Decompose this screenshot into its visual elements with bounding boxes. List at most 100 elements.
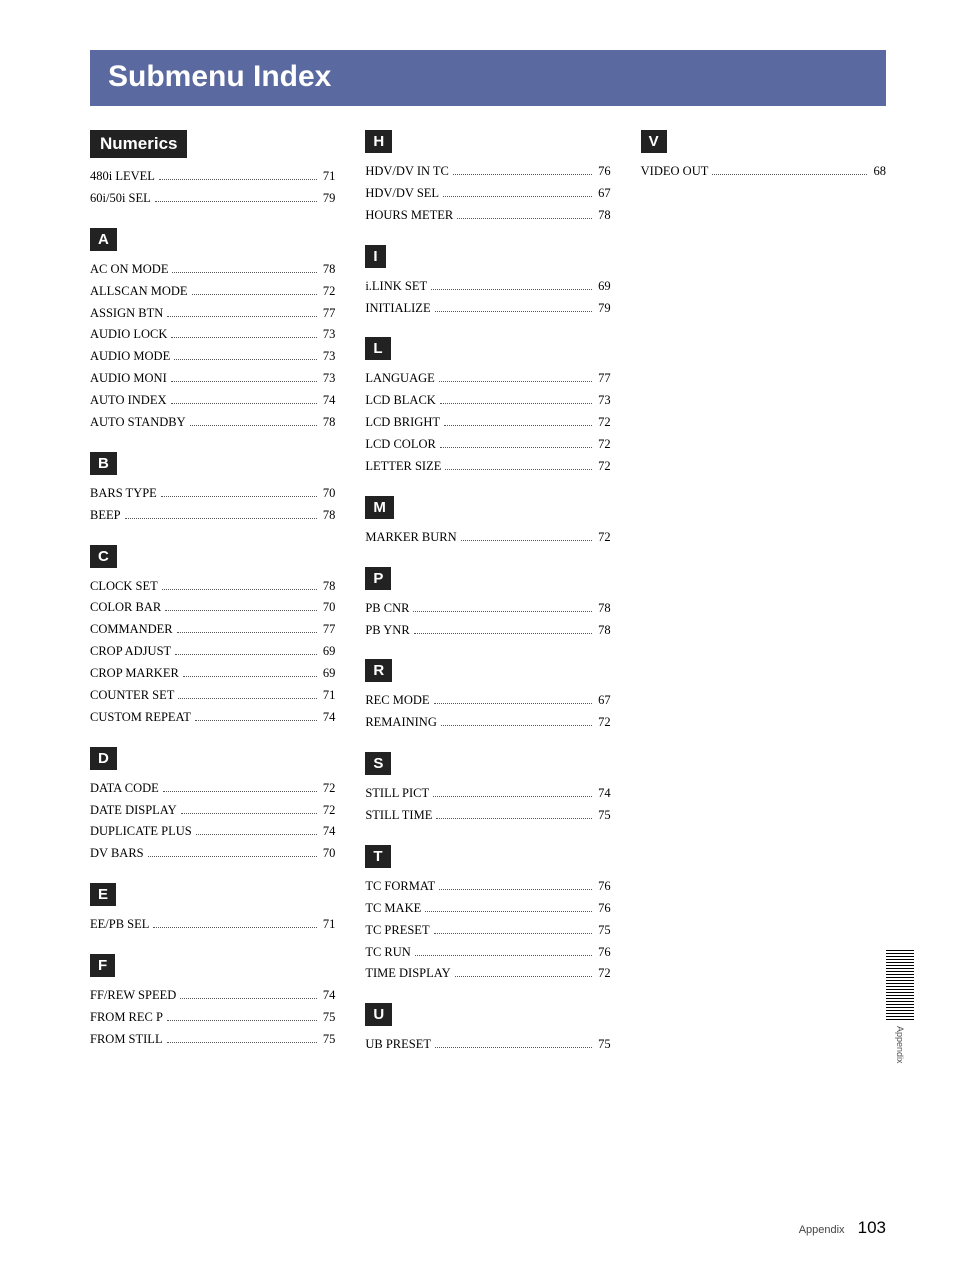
leader-dots bbox=[435, 1047, 592, 1048]
index-entry-page: 77 bbox=[596, 368, 611, 390]
index-entry-label: ASSIGN BTN bbox=[90, 303, 163, 325]
index-entry: CROP MARKER 69 bbox=[90, 663, 335, 685]
leader-dots bbox=[457, 218, 592, 219]
index-entry: PB CNR 78 bbox=[365, 598, 610, 620]
index-entry-page: 74 bbox=[596, 783, 611, 805]
index-entry-page: 75 bbox=[596, 920, 611, 942]
index-entry-label: FROM REC P bbox=[90, 1007, 163, 1029]
index-section-header: C bbox=[90, 545, 117, 568]
index-entry-label: REMAINING bbox=[365, 712, 437, 734]
index-entry: FROM REC P 75 bbox=[90, 1007, 335, 1029]
index-entry-label: REC MODE bbox=[365, 690, 429, 712]
leader-dots bbox=[425, 911, 592, 912]
index-entry-page: 72 bbox=[596, 527, 611, 549]
index-entry-label: DUPLICATE PLUS bbox=[90, 821, 192, 843]
leader-dots bbox=[175, 654, 317, 655]
index-entry-page: 67 bbox=[596, 690, 611, 712]
index-entry-page: 78 bbox=[596, 598, 611, 620]
index-entry: LANGUAGE 77 bbox=[365, 368, 610, 390]
side-tab-label: Appendix bbox=[895, 1026, 905, 1064]
index-entry: AC ON MODE 78 bbox=[90, 259, 335, 281]
page-title: Submenu Index bbox=[90, 50, 886, 106]
leader-dots bbox=[171, 337, 316, 338]
index-entry: 60i/50i SEL 79 bbox=[90, 188, 335, 210]
index-entry: HOURS METER 78 bbox=[365, 205, 610, 227]
index-entry-page: 78 bbox=[321, 259, 336, 281]
index-entry-label: COLOR BAR bbox=[90, 597, 161, 619]
index-entry-page: 71 bbox=[321, 166, 336, 188]
index-entry-page: 76 bbox=[596, 942, 611, 964]
index-entry-page: 72 bbox=[596, 456, 611, 478]
index-entry: UB PRESET 75 bbox=[365, 1034, 610, 1056]
index-entry: LCD COLOR 72 bbox=[365, 434, 610, 456]
leader-dots bbox=[155, 201, 317, 202]
leader-dots bbox=[455, 976, 593, 977]
index-entry: VIDEO OUT 68 bbox=[641, 161, 886, 183]
index-section-header: E bbox=[90, 883, 116, 906]
index-entry-label: TC MAKE bbox=[365, 898, 421, 920]
index-entry: REMAINING 72 bbox=[365, 712, 610, 734]
index-entry-page: 75 bbox=[321, 1029, 336, 1051]
leader-dots bbox=[180, 998, 317, 999]
index-entry-page: 79 bbox=[596, 298, 611, 320]
leader-dots bbox=[165, 610, 317, 611]
index-entry: DV BARS 70 bbox=[90, 843, 335, 865]
index-entry-label: VIDEO OUT bbox=[641, 161, 709, 183]
index-entry: MARKER BURN 72 bbox=[365, 527, 610, 549]
leader-dots bbox=[443, 196, 592, 197]
footer-page-number: 103 bbox=[858, 1218, 886, 1237]
index-entry-page: 78 bbox=[596, 205, 611, 227]
leader-dots bbox=[171, 381, 317, 382]
index-entry-page: 71 bbox=[321, 685, 336, 707]
leader-dots bbox=[162, 589, 317, 590]
index-entry-page: 72 bbox=[321, 800, 336, 822]
index-section-header: B bbox=[90, 452, 117, 475]
leader-dots bbox=[440, 403, 592, 404]
index-entry: ALLSCAN MODE 72 bbox=[90, 281, 335, 303]
index-section-header: D bbox=[90, 747, 117, 770]
leader-dots bbox=[434, 933, 593, 934]
index-entry-page: 69 bbox=[321, 641, 336, 663]
index-section-header: L bbox=[365, 337, 390, 360]
leader-dots bbox=[440, 447, 592, 448]
leader-dots bbox=[439, 889, 592, 890]
index-entry-label: AC ON MODE bbox=[90, 259, 168, 281]
index-entry-page: 68 bbox=[871, 161, 886, 183]
index-entry-page: 72 bbox=[596, 434, 611, 456]
leader-dots bbox=[461, 540, 592, 541]
index-entry-label: HOURS METER bbox=[365, 205, 453, 227]
index-entry-label: INITIALIZE bbox=[365, 298, 430, 320]
index-entry: INITIALIZE 79 bbox=[365, 298, 610, 320]
leader-dots bbox=[125, 518, 317, 519]
index-entry-label: BARS TYPE bbox=[90, 483, 157, 505]
index-entry-label: 60i/50i SEL bbox=[90, 188, 151, 210]
index-entry-label: AUDIO MONI bbox=[90, 368, 167, 390]
index-entry: TC FORMAT 76 bbox=[365, 876, 610, 898]
index-entry: REC MODE 67 bbox=[365, 690, 610, 712]
index-entry-label: STILL PICT bbox=[365, 783, 429, 805]
index-entry-label: COUNTER SET bbox=[90, 685, 174, 707]
index-entry-label: DV BARS bbox=[90, 843, 144, 865]
leader-dots bbox=[171, 403, 317, 404]
leader-dots bbox=[148, 856, 317, 857]
index-entry-page: 71 bbox=[321, 914, 336, 936]
index-section-header: V bbox=[641, 130, 667, 153]
index-section-header: H bbox=[365, 130, 392, 153]
index-entry-label: AUTO STANDBY bbox=[90, 412, 186, 434]
column-2: HHDV/DV IN TC 76HDV/DV SEL 67HOURS METER… bbox=[365, 130, 610, 1056]
index-entry-page: 73 bbox=[321, 324, 336, 346]
index-section-header: S bbox=[365, 752, 391, 775]
index-entry-label: HDV/DV SEL bbox=[365, 183, 439, 205]
index-entry: i.LINK SET 69 bbox=[365, 276, 610, 298]
column-1: Numerics480i LEVEL 7160i/50i SEL 79AAC O… bbox=[90, 130, 335, 1056]
index-entry: BARS TYPE 70 bbox=[90, 483, 335, 505]
leader-dots bbox=[177, 632, 317, 633]
index-entry-label: DATA CODE bbox=[90, 778, 159, 800]
index-entry: TC RUN 76 bbox=[365, 942, 610, 964]
index-entry-label: PB YNR bbox=[365, 620, 409, 642]
index-entry-page: 76 bbox=[596, 161, 611, 183]
index-entry-page: 73 bbox=[596, 390, 611, 412]
index-entry-label: FF/REW SPEED bbox=[90, 985, 176, 1007]
leader-dots bbox=[433, 796, 592, 797]
index-entry: AUDIO LOCK 73 bbox=[90, 324, 335, 346]
